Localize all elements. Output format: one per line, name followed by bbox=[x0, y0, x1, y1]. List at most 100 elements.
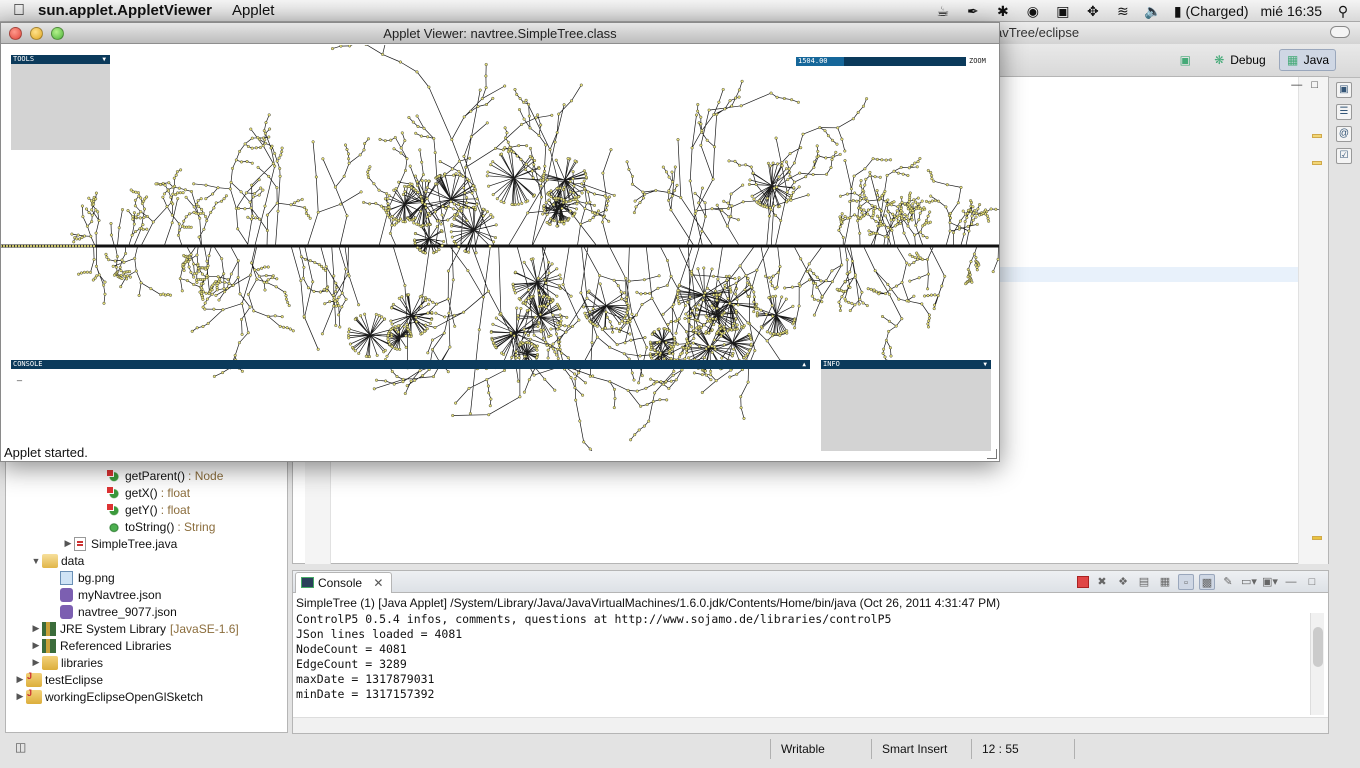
tree-item[interactable]: ▶ libraries bbox=[30, 654, 103, 671]
tree-node bbox=[676, 342, 680, 346]
pin-console-icon[interactable]: ✎ bbox=[1220, 574, 1236, 590]
java-cup-icon[interactable]: ☕ bbox=[934, 3, 952, 20]
tree-node bbox=[780, 295, 784, 299]
expand-arrow-icon[interactable]: ▲ bbox=[802, 360, 806, 369]
applet-menu[interactable]: Applet bbox=[232, 2, 275, 19]
clear-console-icon[interactable]: ▤ bbox=[1136, 574, 1152, 590]
expand-arrow-icon[interactable]: ▶ bbox=[30, 623, 42, 634]
minimize-icon[interactable]: — bbox=[1291, 79, 1302, 91]
tree-node bbox=[401, 377, 405, 381]
terminate-button[interactable] bbox=[1077, 576, 1089, 588]
display-icon[interactable]: ▣ bbox=[1054, 3, 1072, 20]
volume-icon[interactable]: 🔈 bbox=[1144, 3, 1162, 20]
tree-node bbox=[730, 204, 734, 208]
tree-node bbox=[642, 278, 646, 282]
scroll-lock-icon[interactable]: ▦ bbox=[1157, 574, 1173, 590]
tree-node bbox=[266, 314, 270, 318]
console-horizontal-scrollbar[interactable] bbox=[293, 717, 1328, 733]
wifi-icon[interactable]: ≋ bbox=[1114, 3, 1132, 20]
tree-node bbox=[230, 166, 234, 170]
outline-icon[interactable]: ☰ bbox=[1336, 104, 1352, 120]
toolbar-toggle-button[interactable] bbox=[1330, 26, 1350, 38]
collapse-arrow-icon[interactable]: ▼ bbox=[983, 360, 987, 369]
tree-item[interactable]: ▶workingEclipseOpenGlSketch bbox=[14, 688, 203, 705]
info-group-bar[interactable]: INFO ▼ bbox=[821, 360, 991, 369]
debug-perspective-button[interactable]: ❋ Debug bbox=[1205, 49, 1272, 71]
move-icon[interactable]: ✥ bbox=[1084, 3, 1102, 20]
tree-item[interactable]: getY(): float bbox=[106, 501, 190, 518]
applet-canvas[interactable]: TOOLS ▼ 1504.00 ZOOM CONSOLE ▲ _ INFO ▼ bbox=[1, 45, 999, 451]
apple-menu-icon[interactable]:  bbox=[0, 2, 38, 20]
task-list-icon[interactable]: ☑ bbox=[1336, 148, 1352, 164]
resize-grip-icon[interactable] bbox=[987, 449, 997, 459]
tree-node bbox=[835, 287, 839, 291]
console-output[interactable]: ControlP5 0.5.4 infos, comments, questio… bbox=[296, 612, 891, 702]
show-on-error-icon[interactable]: ▩ bbox=[1199, 574, 1215, 590]
display-console-icon[interactable]: ▭▾ bbox=[1241, 574, 1257, 590]
ruler-marker[interactable] bbox=[1312, 134, 1322, 138]
tree-node bbox=[231, 283, 235, 287]
expand-arrow-icon[interactable]: ▶ bbox=[14, 691, 26, 702]
maximize-icon[interactable]: □ bbox=[1304, 574, 1320, 590]
app-menu[interactable]: sun.applet.AppletViewer bbox=[38, 2, 212, 19]
expand-arrow-icon[interactable]: ▶ bbox=[14, 674, 26, 685]
maximize-icon[interactable]: □ bbox=[1311, 79, 1318, 91]
tree-item[interactable]: toString(): String bbox=[106, 518, 215, 535]
tree-item[interactable]: ▼ data bbox=[30, 552, 84, 569]
tree-node bbox=[661, 312, 665, 316]
restore-icon[interactable]: ▣ bbox=[1336, 82, 1352, 98]
collapse-arrow-icon[interactable]: ▼ bbox=[102, 55, 106, 64]
clock[interactable]: mié 16:35 bbox=[1261, 3, 1322, 19]
tree-item[interactable]: ▶ SimpleTree.java bbox=[62, 535, 177, 552]
tree-item[interactable]: ▶ JRE System Library [JavaSE-1.6] bbox=[30, 620, 239, 637]
asterisk-icon[interactable]: ✱ bbox=[994, 3, 1012, 20]
tree-item[interactable]: myNavtree.json bbox=[60, 586, 161, 603]
at-sign-icon[interactable]: @ bbox=[1336, 126, 1352, 142]
tab-console[interactable]: Console ✕ bbox=[295, 572, 393, 593]
zoom-window-button[interactable] bbox=[51, 27, 64, 40]
close-tab-icon[interactable]: ✕ bbox=[373, 576, 383, 590]
tree-node bbox=[525, 309, 529, 313]
java-perspective-button[interactable]: ▦ Java bbox=[1278, 49, 1336, 71]
tree-node bbox=[543, 164, 547, 168]
tools-group-bar[interactable]: TOOLS ▼ bbox=[11, 55, 110, 64]
minimize-icon[interactable]: — bbox=[1283, 574, 1299, 590]
expand-arrow-icon[interactable]: ▶ bbox=[30, 657, 42, 668]
ruler-marker[interactable] bbox=[1312, 161, 1322, 165]
tree-node bbox=[425, 186, 429, 190]
zoom-slider[interactable]: 1504.00 bbox=[796, 57, 966, 66]
tree-node bbox=[878, 207, 882, 211]
tree-node bbox=[632, 378, 636, 382]
tree-node bbox=[928, 210, 932, 214]
minimize-window-button[interactable] bbox=[30, 27, 43, 40]
tree-item[interactable]: getParent(): Node bbox=[106, 467, 223, 484]
expand-arrow-icon[interactable]: ▶ bbox=[30, 640, 42, 651]
console-vertical-scrollbar[interactable] bbox=[1310, 613, 1324, 715]
close-window-button[interactable] bbox=[9, 27, 22, 40]
pen-icon[interactable]: ✒ bbox=[964, 3, 982, 20]
tree-item[interactable]: bg.png bbox=[60, 569, 115, 586]
tree-node bbox=[709, 369, 713, 373]
collapse-arrow-icon[interactable]: ▼ bbox=[30, 556, 42, 566]
tree-item[interactable]: ▶ Referenced Libraries bbox=[30, 637, 171, 654]
console-group-bar[interactable]: CONSOLE ▲ bbox=[11, 360, 810, 369]
open-console-icon[interactable]: ▣▾ bbox=[1262, 574, 1278, 590]
ruler-marker[interactable] bbox=[1312, 536, 1322, 540]
tree-node bbox=[536, 353, 540, 357]
show-on-output-icon[interactable]: ▫ bbox=[1178, 574, 1194, 590]
tree-item[interactable]: navtree_9077.json bbox=[60, 603, 177, 620]
scrollbar-thumb[interactable] bbox=[1313, 627, 1323, 667]
open-perspective-button[interactable]: ▣ bbox=[1171, 49, 1199, 71]
remove-all-launches-icon[interactable]: ❖ bbox=[1115, 574, 1131, 590]
applet-title-bar[interactable]: Applet Viewer: navtree.SimpleTree.class bbox=[1, 23, 999, 44]
expand-arrow-icon[interactable]: ▶ bbox=[62, 538, 74, 549]
remove-launch-icon[interactable]: ✖ bbox=[1094, 574, 1110, 590]
spotlight-search-icon[interactable]: ⚲ bbox=[1334, 3, 1352, 20]
tree-node bbox=[89, 234, 93, 238]
tree-item[interactable]: ▶testEclipse bbox=[14, 671, 103, 688]
tree-node bbox=[769, 91, 773, 95]
evernote-icon[interactable]: ◉ bbox=[1024, 3, 1042, 20]
battery-status[interactable]: ▮ (Charged) bbox=[1174, 3, 1249, 20]
tree-item[interactable]: getX(): float bbox=[106, 484, 190, 501]
tree-node bbox=[645, 403, 649, 407]
